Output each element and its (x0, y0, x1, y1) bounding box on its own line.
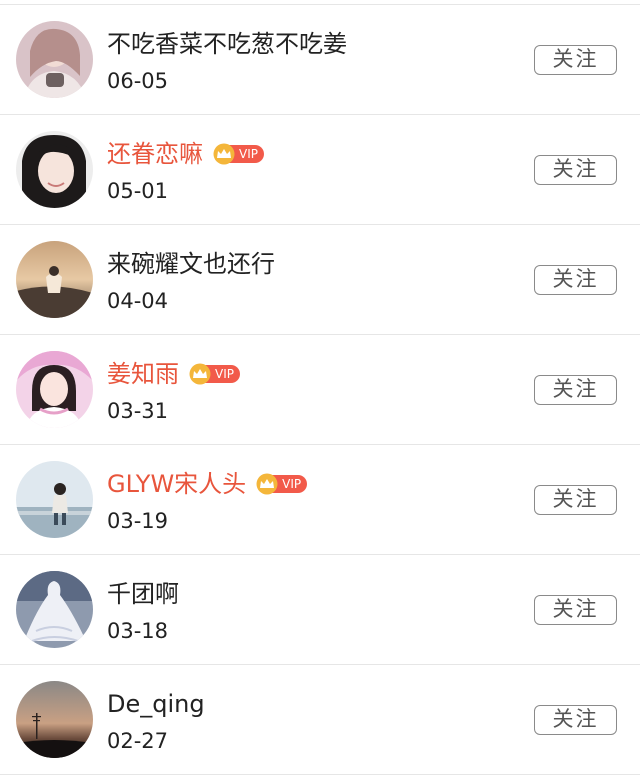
follow-button[interactable]: 关注 (534, 375, 617, 405)
avatar[interactable] (16, 571, 93, 648)
avatar[interactable] (16, 131, 93, 208)
name-line: 不吃香菜不吃葱不吃姜 (107, 27, 347, 61)
name-line: 来碗耀文也还行 (107, 247, 275, 281)
follow-date: 02-27 (107, 729, 169, 753)
avatar[interactable] (16, 461, 93, 538)
avatar[interactable] (16, 351, 93, 428)
vip-badge: VIP (187, 363, 240, 385)
avatar[interactable] (16, 241, 93, 318)
follow-button[interactable]: 关注 (534, 485, 617, 515)
crown-icon (189, 363, 211, 385)
list-item[interactable]: De_qing 02-27 关注 (0, 665, 640, 775)
follow-date: 03-19 (107, 509, 169, 533)
list-item[interactable]: 姜知雨 VIP 03-31 关注 (0, 335, 640, 445)
user-name[interactable]: 姜知雨 (107, 357, 179, 391)
follow-list: 不吃香菜不吃葱不吃姜 06-05 关注 还眷恋嘛 VIP 05-01 关注 来碗… (0, 4, 640, 775)
follow-date: 06-05 (107, 69, 169, 93)
follow-button[interactable]: 关注 (534, 265, 617, 295)
user-name[interactable]: De_qing (107, 687, 205, 721)
follow-date: 03-31 (107, 399, 169, 423)
user-name[interactable]: GLYW宋人头 (107, 467, 246, 501)
user-name[interactable]: 不吃香菜不吃葱不吃姜 (107, 27, 347, 61)
name-line: De_qing (107, 687, 205, 721)
vip-badge: VIP (254, 473, 308, 495)
follow-button[interactable]: 关注 (534, 705, 617, 735)
follow-button[interactable]: 关注 (534, 45, 617, 75)
follow-date: 04-04 (107, 289, 169, 313)
crown-icon (213, 143, 235, 165)
user-name[interactable]: 来碗耀文也还行 (107, 247, 275, 281)
follow-button[interactable]: 关注 (534, 595, 617, 625)
follow-date: 05-01 (107, 179, 169, 203)
list-item[interactable]: 千团啊 03-18 关注 (0, 555, 640, 665)
list-item[interactable]: 不吃香菜不吃葱不吃姜 06-05 关注 (0, 5, 640, 115)
name-line: 千团啊 (107, 577, 179, 611)
crown-icon (256, 473, 278, 495)
avatar[interactable] (16, 21, 93, 98)
name-line: GLYW宋人头 VIP (107, 467, 308, 501)
follow-button[interactable]: 关注 (534, 155, 617, 185)
list-item[interactable]: 来碗耀文也还行 04-04 关注 (0, 225, 640, 335)
list-item[interactable]: GLYW宋人头 VIP 03-19 关注 (0, 445, 640, 555)
name-line: 还眷恋嘛 VIP (107, 137, 264, 171)
name-line: 姜知雨 VIP (107, 357, 240, 391)
vip-badge: VIP (211, 143, 264, 165)
user-name[interactable]: 还眷恋嘛 (107, 137, 203, 171)
avatar[interactable] (16, 681, 93, 758)
list-item[interactable]: 还眷恋嘛 VIP 05-01 关注 (0, 115, 640, 225)
user-name[interactable]: 千团啊 (107, 577, 179, 611)
follow-date: 03-18 (107, 619, 169, 643)
